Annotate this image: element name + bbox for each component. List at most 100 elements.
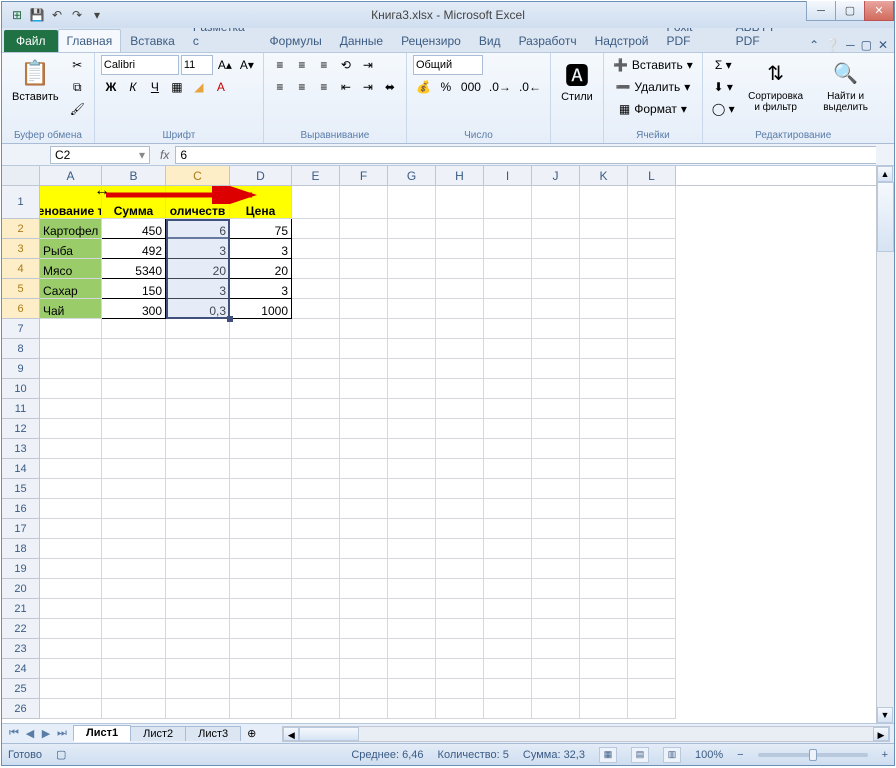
cell-C1[interactable]: оличеств: [166, 186, 230, 219]
cell-E10[interactable]: [292, 379, 340, 399]
fill-button[interactable]: ⬇ ▾: [709, 77, 738, 97]
cell-K19[interactable]: [580, 559, 628, 579]
clear-button[interactable]: ◯ ▾: [709, 99, 738, 119]
cell-C25[interactable]: [166, 679, 230, 699]
row-header-25[interactable]: 25: [2, 679, 40, 699]
cell-H8[interactable]: [436, 339, 484, 359]
cell-I16[interactable]: [484, 499, 532, 519]
cell-C14[interactable]: [166, 459, 230, 479]
font-color-button[interactable]: A: [211, 77, 231, 97]
cell-B8[interactable]: [102, 339, 166, 359]
copy-button[interactable]: ⧉: [67, 77, 88, 97]
currency-button[interactable]: 💰: [413, 77, 434, 97]
cell-L11[interactable]: [628, 399, 676, 419]
zoom-slider[interactable]: [758, 753, 868, 757]
undo-button[interactable]: ↶: [48, 6, 66, 24]
cell-I9[interactable]: [484, 359, 532, 379]
cell-G2[interactable]: [388, 219, 436, 239]
hscroll-thumb[interactable]: [299, 727, 359, 741]
cell-L7[interactable]: [628, 319, 676, 339]
cell-I4[interactable]: [484, 259, 532, 279]
cell-K11[interactable]: [580, 399, 628, 419]
cell-F13[interactable]: [340, 439, 388, 459]
cell-D14[interactable]: [230, 459, 292, 479]
cell-D15[interactable]: [230, 479, 292, 499]
cell-H24[interactable]: [436, 659, 484, 679]
cell-A14[interactable]: [40, 459, 102, 479]
cell-B15[interactable]: [102, 479, 166, 499]
cell-G7[interactable]: [388, 319, 436, 339]
cell-J15[interactable]: [532, 479, 580, 499]
cell-L19[interactable]: [628, 559, 676, 579]
minimize-button[interactable]: ─: [806, 1, 836, 21]
cell-K15[interactable]: [580, 479, 628, 499]
cell-L22[interactable]: [628, 619, 676, 639]
cell-E4[interactable]: [292, 259, 340, 279]
sheet-next-button[interactable]: ▶: [38, 727, 54, 740]
view-layout-button[interactable]: ▤: [631, 747, 649, 763]
cell-B7[interactable]: [102, 319, 166, 339]
cell-B22[interactable]: [102, 619, 166, 639]
row-header-8[interactable]: 8: [2, 339, 40, 359]
cut-button[interactable]: ✂: [67, 55, 88, 75]
cell-A18[interactable]: [40, 539, 102, 559]
cell-K22[interactable]: [580, 619, 628, 639]
col-header-I[interactable]: I: [484, 166, 532, 185]
cell-H17[interactable]: [436, 519, 484, 539]
cell-D2[interactable]: 75: [230, 219, 292, 239]
cell-H21[interactable]: [436, 599, 484, 619]
cell-K25[interactable]: [580, 679, 628, 699]
cell-G24[interactable]: [388, 659, 436, 679]
font-name-combo[interactable]: [101, 55, 179, 75]
cell-B24[interactable]: [102, 659, 166, 679]
cell-B19[interactable]: [102, 559, 166, 579]
cell-K10[interactable]: [580, 379, 628, 399]
styles-button[interactable]: 🅰 Стили: [557, 55, 597, 105]
sheet-tab-2[interactable]: Лист2: [130, 726, 186, 741]
cell-G13[interactable]: [388, 439, 436, 459]
cell-F9[interactable]: [340, 359, 388, 379]
cell-K1[interactable]: [580, 186, 628, 219]
cell-J26[interactable]: [532, 699, 580, 719]
cell-G15[interactable]: [388, 479, 436, 499]
cell-B3[interactable]: 492: [102, 239, 166, 259]
cell-F10[interactable]: [340, 379, 388, 399]
row-header-7[interactable]: 7: [2, 319, 40, 339]
cell-K2[interactable]: [580, 219, 628, 239]
cell-F21[interactable]: [340, 599, 388, 619]
cell-H23[interactable]: [436, 639, 484, 659]
row-header-15[interactable]: 15: [2, 479, 40, 499]
row-header-17[interactable]: 17: [2, 519, 40, 539]
col-header-H[interactable]: H: [436, 166, 484, 185]
cell-A16[interactable]: [40, 499, 102, 519]
cell-C7[interactable]: [166, 319, 230, 339]
cell-A26[interactable]: [40, 699, 102, 719]
cell-F19[interactable]: [340, 559, 388, 579]
cell-F18[interactable]: [340, 539, 388, 559]
spreadsheet-grid[interactable]: ABCDEFGHIJKL 123456789101112131415161718…: [2, 166, 894, 743]
cell-G22[interactable]: [388, 619, 436, 639]
cell-L25[interactable]: [628, 679, 676, 699]
cell-G3[interactable]: [388, 239, 436, 259]
cell-J2[interactable]: [532, 219, 580, 239]
number-format-combo[interactable]: [413, 55, 483, 75]
cell-L1[interactable]: [628, 186, 676, 219]
cell-L2[interactable]: [628, 219, 676, 239]
cell-B26[interactable]: [102, 699, 166, 719]
cell-A22[interactable]: [40, 619, 102, 639]
zoom-level[interactable]: 100%: [695, 749, 723, 761]
delete-cells-button[interactable]: ➖Удалить ▾: [610, 77, 696, 97]
row-header-22[interactable]: 22: [2, 619, 40, 639]
cell-L14[interactable]: [628, 459, 676, 479]
vertical-scrollbar[interactable]: ▲ ▼: [876, 166, 894, 723]
cell-L16[interactable]: [628, 499, 676, 519]
cell-J10[interactable]: [532, 379, 580, 399]
row-header-9[interactable]: 9: [2, 359, 40, 379]
col-header-G[interactable]: G: [388, 166, 436, 185]
cell-E25[interactable]: [292, 679, 340, 699]
cell-G23[interactable]: [388, 639, 436, 659]
cell-H19[interactable]: [436, 559, 484, 579]
cell-C3[interactable]: 3: [166, 239, 230, 259]
cell-A25[interactable]: [40, 679, 102, 699]
cell-G12[interactable]: [388, 419, 436, 439]
